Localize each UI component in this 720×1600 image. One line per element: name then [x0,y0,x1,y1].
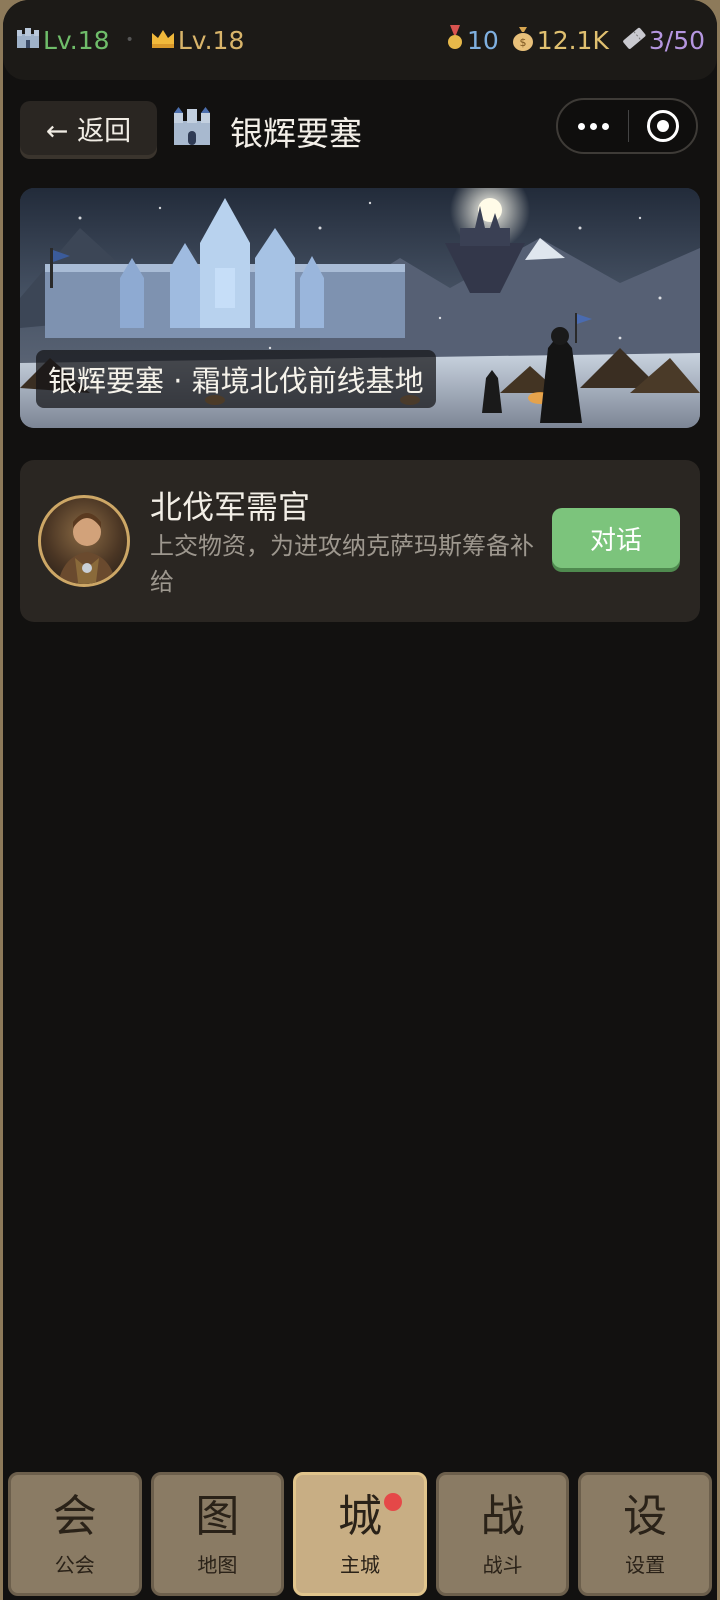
medal-count: 10 [466,25,499,55]
crown-level: Lv.18 [177,25,245,55]
banner-caption: 银辉要塞 · 霜境北伐前线基地 [36,350,436,408]
tab-label: 公会 [54,1552,95,1577]
tab-guild[interactable]: 会 公会 [8,1472,142,1596]
moneybag-icon: $ [511,25,535,56]
settings-icon: 设 [623,1490,668,1542]
medal-icon [445,24,465,56]
more-options-icon[interactable] [558,122,628,130]
coin-count: 12.1K [536,25,609,55]
bottom-nav: 会 公会 图 地图 城 主城 战 战斗 设 设置 [8,1472,712,1600]
castle-icon [170,107,214,155]
close-program-button[interactable] [629,110,696,142]
medal-stat: 10 [445,24,499,56]
crown-icon [150,27,176,54]
castle-level: Lv.18 [43,25,110,55]
tab-label: 战斗 [482,1552,523,1577]
ticket-count: 3/50 [648,25,705,55]
back-button-label: ← 返回 [45,115,132,147]
coins-stat: $ 12.1K [511,25,609,56]
npc-card: 北伐军需官 上交物资，为进攻纳克萨玛斯筹备补给 对话 [20,460,700,622]
crown-level-stat: Lv.18 [150,25,245,55]
talk-button[interactable]: 对话 [552,508,680,568]
npc-avatar [38,495,130,587]
tab-label: 设置 [625,1552,666,1577]
target-icon [646,110,679,142]
location-banner: 银辉要塞 · 霜境北伐前线基地 [20,188,700,428]
page-header: 银辉要塞 [170,106,362,156]
svg-text:$: $ [519,36,526,49]
npc-description: 上交物资，为进攻纳克萨玛斯筹备补给 [150,532,534,596]
city-icon: 城 [337,1490,382,1542]
tab-settings[interactable]: 设 设置 [578,1472,712,1596]
npc-name: 北伐军需官 [150,488,311,526]
battle-icon: 战 [480,1490,525,1542]
notification-badge [383,1493,402,1511]
page-title: 银辉要塞 [230,114,362,153]
castle-icon [15,26,41,55]
tab-label: 主城 [339,1552,380,1577]
tab-main-city[interactable]: 城 主城 [293,1472,427,1596]
separator-dot: • [125,32,134,48]
ticket-icon [621,25,647,56]
castle-level-stat: Lv.18 [15,26,110,55]
map-icon: 图 [195,1490,240,1542]
tab-battle[interactable]: 战 战斗 [435,1472,570,1596]
tickets-stat: 3/50 [621,25,705,56]
status-bar: Lv.18 • Lv.18 10 $ 12.1K 3/50 [3,0,717,80]
mini-program-capsule [556,98,698,154]
back-button[interactable]: ← 返回 [20,101,157,155]
tab-map[interactable]: 图 地图 [150,1472,285,1596]
tab-label: 地图 [197,1552,238,1577]
guild-icon: 会 [52,1490,97,1542]
